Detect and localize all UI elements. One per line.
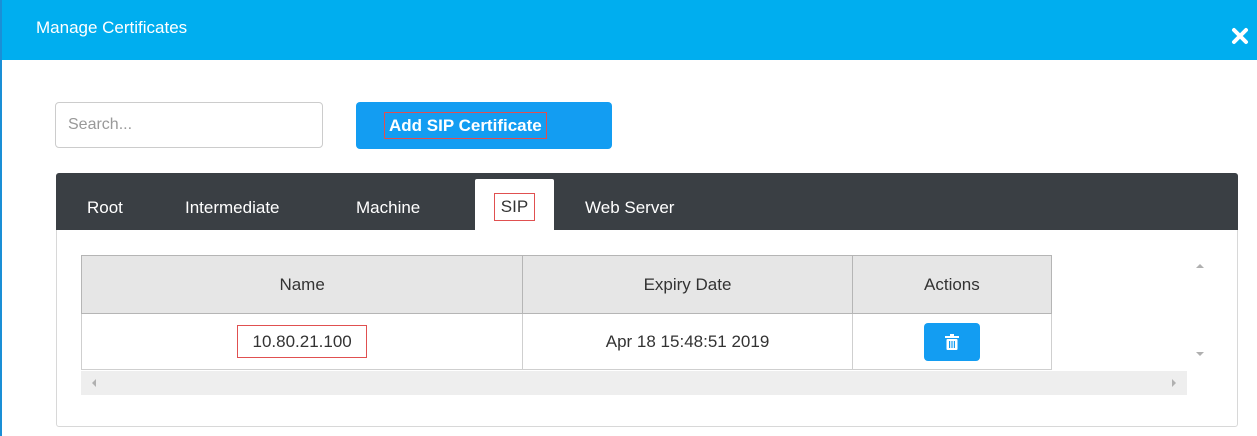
tab-sip[interactable]: SIP (475, 179, 554, 230)
table-row[interactable]: 10.80.21.100 Apr 18 15:48:51 2019 (80, 313, 1053, 370)
table-header-row: Name Expiry Date Actions (80, 255, 1053, 314)
scroll-up-icon[interactable] (1195, 261, 1205, 271)
delete-certificate-button[interactable] (923, 322, 980, 361)
tab-sip-label: SIP (493, 193, 536, 221)
tab-web-server[interactable]: Web Server (585, 173, 674, 230)
scroll-right-icon[interactable] (1169, 378, 1179, 388)
tab-bar: Root Intermediate Machine SIP Web Server (56, 173, 1238, 230)
scroll-down-icon[interactable] (1195, 349, 1205, 359)
dialog-header: Manage Certificates (2, 0, 1257, 60)
column-header-name[interactable]: Name (80, 255, 524, 314)
add-button-label: Add SIP Certificate (384, 112, 547, 139)
close-icon[interactable] (1231, 27, 1249, 45)
tab-intermediate[interactable]: Intermediate (185, 173, 280, 230)
column-header-actions: Actions (851, 255, 1053, 314)
column-header-expiry-date[interactable]: Expiry Date (522, 255, 853, 314)
certificate-table: Name Expiry Date Actions 10.80.21.100 Ap… (80, 255, 1053, 370)
horizontal-scrollbar[interactable] (81, 371, 1187, 395)
cell-expiry-date: Apr 18 15:48:51 2019 (522, 313, 853, 370)
scroll-left-icon[interactable] (89, 378, 99, 388)
tab-machine[interactable]: Machine (356, 173, 420, 230)
vertical-scrollbar[interactable] (1187, 255, 1214, 371)
cell-name: 10.80.21.100 (80, 313, 524, 370)
dialog-title: Manage Certificates (36, 18, 188, 37)
cell-actions (851, 313, 1053, 370)
certificate-name: 10.80.21.100 (237, 325, 367, 358)
search-input[interactable] (55, 102, 323, 148)
tab-root[interactable]: Root (87, 173, 123, 230)
manage-certificates-dialog: Manage Certificates Add SIP Certificate … (0, 0, 1257, 436)
add-sip-certificate-button[interactable]: Add SIP Certificate (356, 102, 612, 149)
trash-icon (944, 333, 959, 350)
